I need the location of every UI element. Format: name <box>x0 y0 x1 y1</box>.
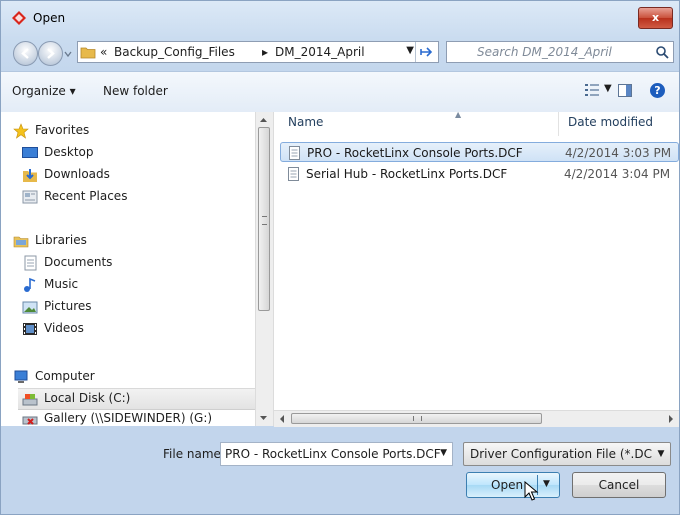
nav-downloads-label: Downloads <box>44 167 110 181</box>
forward-button[interactable] <box>38 41 63 66</box>
new-folder-button[interactable]: New folder <box>103 84 168 98</box>
file-type-filter[interactable]: Driver Configuration File (*.DCF ▼ <box>463 442 671 466</box>
forward-arrow-icon <box>47 48 55 59</box>
scroll-right-icon[interactable] <box>665 412 677 426</box>
desktop-icon <box>22 147 38 158</box>
file-name: Serial Hub - RocketLinx Ports.DCF <box>306 167 508 181</box>
title-bar[interactable]: Open x <box>1 1 679 35</box>
search-box[interactable]: Search DM_2014_April <box>446 41 674 63</box>
open-dialog: Open x « Backup_Config_Files ▸ DM_2014_A… <box>0 0 680 515</box>
chevron-down-icon[interactable]: ▼ <box>652 443 670 465</box>
file-row[interactable]: Serial Hub - RocketLinx Ports.DCF 4/2/20… <box>280 164 679 184</box>
organize-button[interactable]: Organize ▾ <box>12 84 76 98</box>
file-list[interactable]: ▲ Name Date modified PRO - RocketLinx Co… <box>274 110 679 427</box>
view-options-icon[interactable] <box>585 84 599 96</box>
search-placeholder: Search DM_2014_April <box>477 45 612 59</box>
breadcrumb-overflow[interactable]: « <box>100 45 107 59</box>
open-button-label: Open <box>491 478 524 492</box>
computer-icon <box>14 370 28 383</box>
address-toolbar: « Backup_Config_Files ▸ DM_2014_April ▼ … <box>1 35 679 69</box>
open-dialog-icon <box>12 11 26 25</box>
preview-pane-icon[interactable] <box>618 84 632 97</box>
scroll-up-icon[interactable] <box>256 114 271 126</box>
nav-pictures-label: Pictures <box>44 299 92 313</box>
file-type-value: Driver Configuration File (*.DCF <box>470 447 659 461</box>
file-name-value[interactable]: PRO - RocketLinx Console Ports.DCF <box>225 447 441 461</box>
libraries-icon <box>13 236 29 248</box>
music-icon <box>24 277 36 292</box>
file-name-label: File name: <box>163 447 225 461</box>
file-list-scroll-thumb[interactable] <box>291 413 542 424</box>
open-button[interactable]: Open ▼ <box>466 472 560 498</box>
breadcrumb-backup-config-files[interactable]: Backup_Config_Files <box>114 45 235 59</box>
address-bar[interactable]: « Backup_Config_Files ▸ DM_2014_April ▼ <box>77 41 439 63</box>
chevron-down-icon[interactable]: ▼ <box>440 448 447 458</box>
documents-icon <box>24 255 37 271</box>
breadcrumb-dm-2014-april[interactable]: DM_2014_April <box>275 45 365 59</box>
nav-pane-scroll-thumb[interactable] <box>258 127 270 311</box>
nav-pane-scrollbar[interactable] <box>255 112 274 426</box>
refresh-button[interactable] <box>415 42 436 62</box>
breadcrumb-separator[interactable]: ▸ <box>262 45 268 59</box>
cancel-button[interactable]: Cancel <box>572 472 666 498</box>
file-name-combobox[interactable]: PRO - RocketLinx Console Ports.DCF ▼ <box>220 442 453 466</box>
nav-music-label: Music <box>44 277 79 291</box>
scroll-left-icon[interactable] <box>276 412 288 426</box>
back-arrow-icon <box>21 48 29 59</box>
refresh-icon <box>420 47 433 57</box>
command-bar: Organize ▾ New folder ▼ ? <box>1 71 679 113</box>
file-icon <box>288 167 299 181</box>
file-row[interactable]: PRO - RocketLinx Console Ports.DCF 4/2/2… <box>280 142 679 162</box>
column-header-date-modified[interactable]: Date modified <box>568 115 653 129</box>
file-list-horizontal-scrollbar[interactable] <box>274 410 679 427</box>
column-header-name[interactable]: Name <box>288 115 323 129</box>
address-dropdown-icon[interactable]: ▼ <box>406 45 414 56</box>
recent-locations-dropdown-icon[interactable] <box>63 49 73 59</box>
file-name: PRO - RocketLinx Console Ports.DCF <box>307 146 523 160</box>
file-date: 4/2/2014 3:03 PM <box>565 146 672 160</box>
recent-places-icon <box>22 190 38 204</box>
browser-area: Favorites Desktop Downloads Recent Place… <box>1 110 679 427</box>
local-disk-icon <box>22 394 38 406</box>
close-button[interactable]: x <box>638 7 673 29</box>
nav-favorites-label: Favorites <box>35 123 90 137</box>
nav-local-disk-label: Local Disk (C:) <box>44 391 131 405</box>
nav-desktop-label: Desktop <box>44 145 94 159</box>
dialog-footer: File name: PRO - RocketLinx Console Port… <box>1 426 679 514</box>
column-divider[interactable] <box>558 112 559 136</box>
back-button[interactable] <box>13 41 38 66</box>
mouse-pointer-icon <box>524 481 539 501</box>
nav-documents-label: Documents <box>44 255 113 269</box>
scroll-down-icon[interactable] <box>256 412 271 424</box>
scroll-grip <box>262 216 267 225</box>
folder-icon <box>80 47 96 59</box>
nav-libraries-label: Libraries <box>35 233 87 247</box>
file-date: 4/2/2014 3:04 PM <box>564 167 671 181</box>
scroll-grip <box>413 416 422 421</box>
open-options-dropdown-icon[interactable]: ▼ <box>543 479 550 489</box>
file-icon <box>289 146 300 160</box>
navigation-pane[interactable]: Favorites Desktop Downloads Recent Place… <box>1 112 255 426</box>
pictures-icon <box>22 301 38 314</box>
search-icon[interactable] <box>655 45 669 59</box>
view-dropdown-icon[interactable]: ▼ <box>604 83 612 94</box>
network-drive-disconnected-icon <box>22 416 38 425</box>
nav-recent-places-label: Recent Places <box>44 189 128 203</box>
videos-icon <box>23 323 37 335</box>
nav-computer-label: Computer <box>35 369 95 383</box>
help-icon[interactable]: ? <box>650 83 665 98</box>
nav-local-disk[interactable]: Local Disk (C:) <box>18 388 255 410</box>
star-icon <box>13 123 29 139</box>
downloads-folder-icon <box>23 169 37 182</box>
nav-videos-label: Videos <box>44 321 84 335</box>
nav-gallery-label: Gallery (\\SIDEWINDER) (G:) <box>44 411 213 425</box>
window-title: Open <box>33 11 66 25</box>
sort-ascending-icon: ▲ <box>455 110 462 119</box>
